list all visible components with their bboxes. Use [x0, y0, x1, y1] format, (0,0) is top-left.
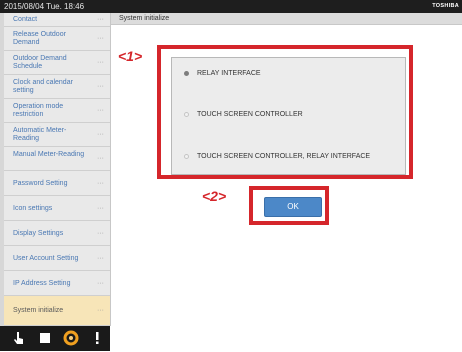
more-icon: ···	[97, 83, 104, 90]
more-icon: ···	[97, 205, 104, 212]
alert-icon[interactable]	[88, 329, 106, 347]
sidebar-item-label: Icon settings	[13, 205, 53, 212]
brand-logo: TOSHIBA	[432, 3, 459, 9]
sidebar-item-label: Automatic Meter-Reading	[13, 127, 67, 142]
sidebar-item-label: Display Settings	[13, 230, 64, 237]
sidebar-item-user-account[interactable]: User Account Setting ···	[0, 246, 110, 271]
more-icon: ···	[97, 230, 104, 237]
sidebar-item-label: Clock and calendar setting	[13, 79, 73, 94]
sidebar-item-ip-address[interactable]: IP Address Setting ···	[0, 271, 110, 296]
sidebar-item-manual-meter-reading[interactable]: Manual Meter-Reading ···	[0, 147, 110, 171]
sidebar-item-contact[interactable]: Contact ···	[0, 13, 110, 27]
sidebar-item-label: Contact	[13, 16, 38, 23]
sidebar-item-label: Password Setting	[13, 180, 68, 187]
more-icon: ···	[97, 155, 104, 162]
bottom-toolbar	[0, 326, 110, 351]
datetime-display: 2015/08/04 Tue. 18:46	[4, 2, 85, 11]
content-header: System initialize	[111, 13, 462, 25]
more-icon: ···	[97, 59, 104, 66]
annotation-callout-1: <1>	[118, 48, 143, 64]
sidebar-item-icon-settings[interactable]: Icon settings ···	[0, 196, 110, 221]
more-icon: ···	[97, 107, 104, 114]
sidebar-item-operation-mode[interactable]: Operation mode restriction ···	[0, 99, 110, 123]
stop-icon[interactable]	[36, 329, 54, 347]
sidebar-item-label: System initialize	[13, 307, 64, 314]
more-icon: ···	[97, 131, 104, 138]
sidebar-item-automatic-meter-reading[interactable]: Automatic Meter-Reading ···	[0, 123, 110, 147]
sidebar-item-outdoor-demand-schedule[interactable]: Outdoor Demand Schedule ···	[0, 51, 110, 75]
sidebar: Contact ··· Release Outdoor Demand ··· O…	[0, 13, 111, 326]
sidebar-item-password-setting[interactable]: Password Setting ···	[0, 171, 110, 196]
sidebar-item-system-initialize[interactable]: System initialize ···	[0, 296, 110, 326]
sidebar-item-release-outdoor-demand[interactable]: Release Outdoor Demand ···	[0, 27, 110, 51]
more-icon: ···	[97, 35, 104, 42]
more-icon: ···	[97, 180, 104, 187]
annotation-callout-2: <2>	[202, 188, 227, 204]
more-icon: ···	[97, 16, 104, 23]
ok-button[interactable]: OK	[264, 197, 322, 217]
sidebar-edge	[0, 13, 4, 326]
more-icon: ···	[97, 307, 104, 314]
sidebar-item-label: Outdoor Demand Schedule	[13, 55, 67, 70]
sidebar-item-label: IP Address Setting	[13, 280, 71, 287]
more-icon: ···	[97, 255, 104, 262]
sidebar-item-label: User Account Setting	[13, 255, 79, 262]
sidebar-item-label: Operation mode restriction	[13, 103, 64, 118]
sidebar-item-clock-calendar[interactable]: Clock and calendar setting ···	[0, 75, 110, 99]
page-title: System initialize	[119, 15, 170, 22]
sidebar-item-label: Manual Meter-Reading	[13, 151, 85, 158]
sidebar-item-label: Release Outdoor Demand	[13, 31, 66, 46]
more-icon: ···	[97, 280, 104, 287]
hand-pointer-icon[interactable]	[10, 329, 28, 347]
sidebar-item-display-settings[interactable]: Display Settings ···	[0, 221, 110, 246]
status-bar: 2015/08/04 Tue. 18:46 TOSHIBA	[0, 0, 462, 13]
annotation-box-1	[157, 45, 413, 179]
power-ring-icon[interactable]	[62, 329, 80, 347]
